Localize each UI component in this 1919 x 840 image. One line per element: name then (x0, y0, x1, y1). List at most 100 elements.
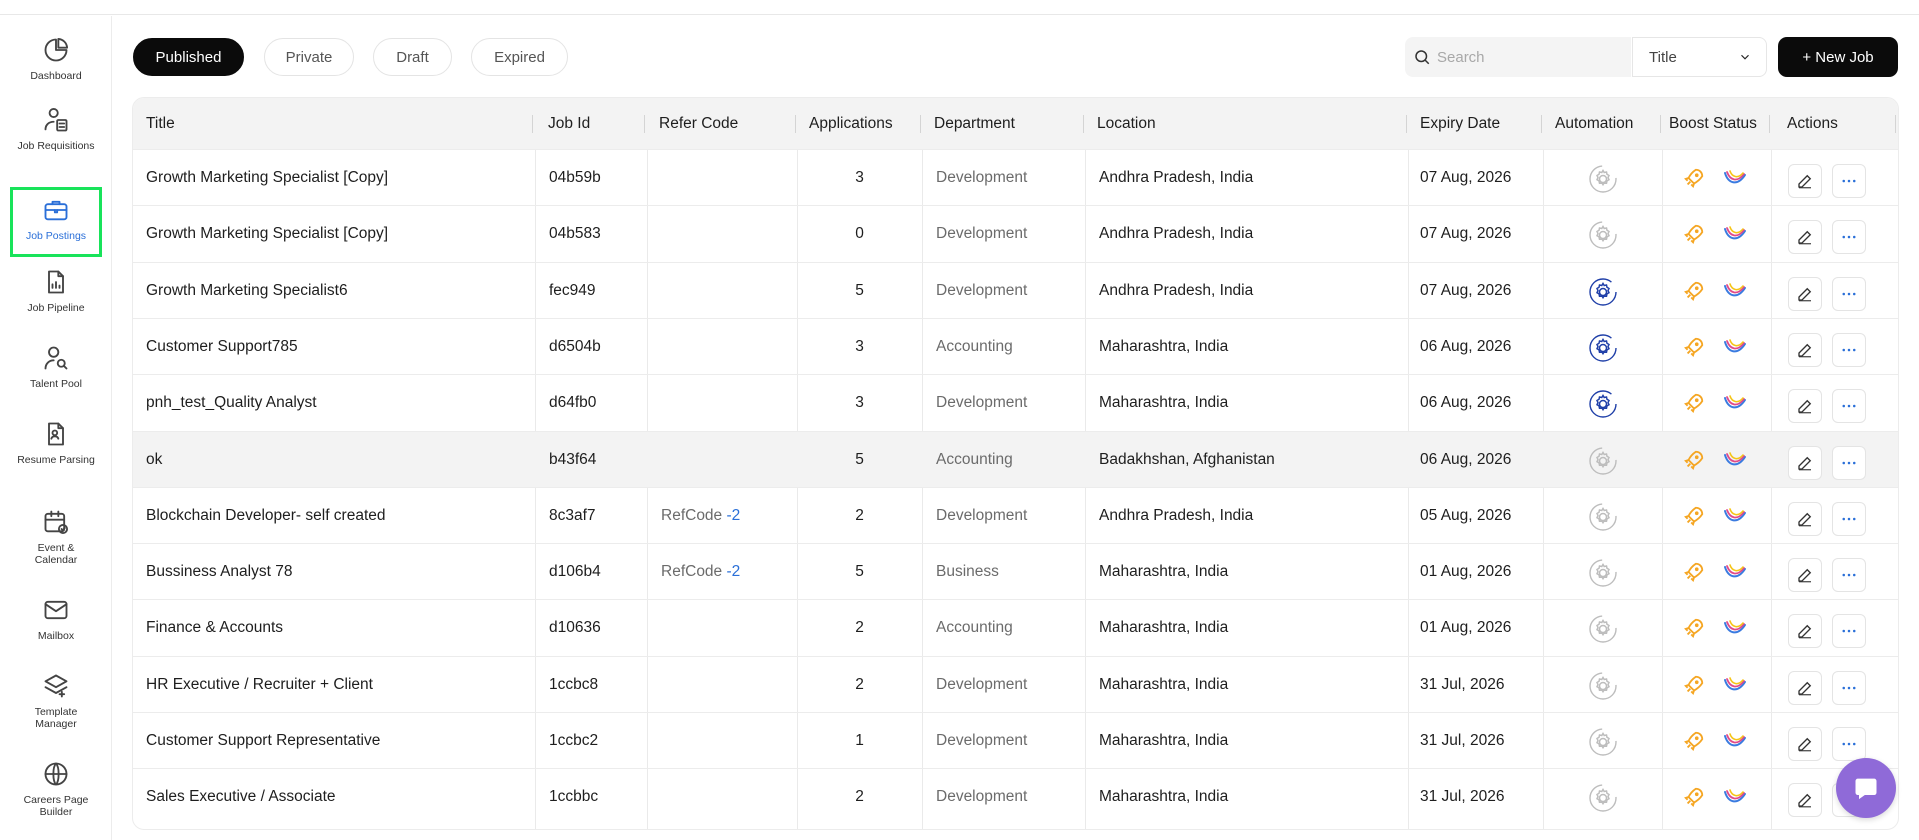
chat-button[interactable] (1836, 758, 1896, 818)
job-title[interactable]: Customer Support Representative (146, 713, 380, 769)
table-row[interactable]: Growth Marketing Specialist6 fec949 5 Devel… (133, 261, 1898, 319)
boost-rocket-icon[interactable] (1683, 223, 1705, 245)
boost-swirl-icon[interactable] (1723, 280, 1747, 302)
automation-gear-icon[interactable] (1588, 220, 1618, 250)
table-row[interactable]: Bussiness Analyst 78 d106b4 RefCode -2 5 Bus… (133, 543, 1898, 599)
sidebar-item-job-pipeline[interactable]: Job Pipeline (10, 268, 102, 314)
automation-gear-icon[interactable] (1588, 389, 1618, 419)
tab-expired[interactable]: Expired (471, 38, 568, 76)
column-header-expiry-date[interactable]: Expiry Date (1420, 98, 1500, 149)
boost-swirl-icon[interactable] (1723, 730, 1747, 752)
automation-gear-icon[interactable] (1588, 446, 1618, 476)
sidebar-item-careers-page-builder[interactable]: Careers Page Builder (10, 760, 102, 818)
boost-swirl-icon[interactable] (1723, 392, 1747, 414)
boost-rocket-icon[interactable] (1683, 561, 1705, 583)
automation-gear-icon[interactable] (1588, 558, 1618, 588)
tab-published[interactable]: Published (133, 38, 244, 76)
boost-swirl-icon[interactable] (1723, 617, 1747, 639)
boost-swirl-icon[interactable] (1723, 786, 1747, 808)
more-actions-button[interactable] (1832, 727, 1866, 761)
more-actions-button[interactable] (1832, 332, 1866, 367)
table-row[interactable]: Blockchain Developer- self created 8c3af7… (133, 486, 1898, 544)
tab-private[interactable]: Private (264, 38, 354, 76)
boost-swirl-icon[interactable] (1723, 674, 1747, 696)
table-row[interactable]: ok b43f64 5 Accounting Badakhshan, Afghanist… (133, 430, 1898, 488)
edit-button[interactable] (1788, 164, 1822, 198)
edit-button[interactable] (1788, 783, 1822, 818)
boost-swirl-icon[interactable] (1723, 561, 1747, 583)
table-row[interactable]: Growth Marketing Specialist [Copy] 04b583… (133, 205, 1898, 261)
boost-swirl-icon[interactable] (1723, 449, 1747, 471)
edit-button[interactable] (1788, 389, 1822, 424)
boost-swirl-icon[interactable] (1723, 167, 1747, 189)
edit-button[interactable] (1788, 276, 1822, 311)
table-row[interactable]: Customer Support785 d6504b 3 Accounting Maha… (133, 317, 1898, 375)
sidebar-item-job-requisitions[interactable]: Job Requisitions (10, 106, 102, 152)
edit-button[interactable] (1788, 727, 1822, 761)
automation-gear-icon[interactable] (1588, 671, 1618, 701)
boost-rocket-icon[interactable] (1683, 786, 1705, 808)
job-title[interactable]: pnh_test_Quality Analyst (146, 375, 317, 431)
sidebar-item-template-manager[interactable]: Template Manager (10, 672, 102, 730)
job-title[interactable]: Growth Marketing Specialist [Copy] (146, 150, 388, 206)
column-header-boost-status[interactable]: Boost Status (1669, 98, 1757, 149)
table-row[interactable]: HR Executive / Recruiter + Client 1ccbc8 2… (133, 655, 1898, 713)
edit-button[interactable] (1788, 220, 1822, 255)
boost-rocket-icon[interactable] (1683, 280, 1705, 302)
edit-button[interactable] (1788, 445, 1822, 480)
sidebar-item-mailbox[interactable]: Mailbox (10, 596, 102, 642)
automation-gear-icon[interactable] (1588, 164, 1618, 194)
more-actions-button[interactable] (1832, 670, 1866, 705)
boost-rocket-icon[interactable] (1683, 674, 1705, 696)
table-row[interactable]: Finance & Accounts d10636 2 Accounting Mahar… (133, 599, 1898, 655)
column-header-applications[interactable]: Applications (809, 98, 893, 149)
tab-draft[interactable]: Draft (373, 38, 452, 76)
search-field-select[interactable]: Title (1632, 37, 1767, 77)
boost-rocket-icon[interactable] (1683, 505, 1705, 527)
job-title[interactable]: Sales Executive / Associate (146, 769, 336, 825)
job-title[interactable]: Growth Marketing Specialist [Copy] (146, 206, 388, 262)
edit-button[interactable] (1788, 670, 1822, 705)
automation-gear-icon[interactable] (1588, 614, 1618, 644)
more-actions-button[interactable] (1832, 558, 1866, 593)
edit-button[interactable] (1788, 558, 1822, 593)
job-title[interactable]: Blockchain Developer- self created (146, 488, 386, 544)
more-actions-button[interactable] (1832, 220, 1866, 255)
column-header-location[interactable]: Location (1097, 98, 1156, 149)
column-header-refer-code[interactable]: Refer Code (659, 98, 738, 149)
more-actions-button[interactable] (1832, 614, 1866, 649)
more-actions-button[interactable] (1832, 445, 1866, 480)
column-header-department[interactable]: Department (934, 98, 1015, 149)
table-row[interactable]: Growth Marketing Specialist [Copy] 04b59b… (133, 149, 1898, 205)
edit-button[interactable] (1788, 332, 1822, 367)
job-title[interactable]: Customer Support785 (146, 319, 298, 375)
boost-rocket-icon[interactable] (1683, 730, 1705, 752)
job-title[interactable]: Growth Marketing Specialist6 (146, 263, 348, 319)
boost-swirl-icon[interactable] (1723, 223, 1747, 245)
column-header-job-id[interactable]: Job Id (548, 98, 590, 149)
boost-rocket-icon[interactable] (1683, 449, 1705, 471)
edit-button[interactable] (1788, 501, 1822, 536)
job-title[interactable]: ok (146, 432, 162, 488)
boost-rocket-icon[interactable] (1683, 167, 1705, 189)
boost-rocket-icon[interactable] (1683, 392, 1705, 414)
column-header-automation[interactable]: Automation (1555, 98, 1633, 149)
edit-button[interactable] (1788, 614, 1822, 649)
sidebar-item-event-calendar[interactable]: Event & Calendar (10, 508, 102, 566)
table-row[interactable]: Sales Executive / Associate 1ccbbc 2 Develo… (133, 768, 1898, 824)
more-actions-button[interactable] (1832, 276, 1866, 311)
sidebar-item-talent-pool[interactable]: Talent Pool (10, 344, 102, 390)
automation-gear-icon[interactable] (1588, 727, 1618, 757)
table-row[interactable]: pnh_test_Quality Analyst d64fb0 3 Developme… (133, 374, 1898, 430)
more-actions-button[interactable] (1832, 501, 1866, 536)
automation-gear-icon[interactable] (1588, 783, 1618, 813)
job-title[interactable]: Finance & Accounts (146, 600, 283, 656)
more-actions-button[interactable] (1832, 389, 1866, 424)
search-input[interactable] (1437, 48, 1617, 66)
boost-swirl-icon[interactable] (1723, 336, 1747, 358)
job-title[interactable]: HR Executive / Recruiter + Client (146, 657, 373, 713)
automation-gear-icon[interactable] (1588, 277, 1618, 307)
sidebar-item-job-postings[interactable]: Job Postings (10, 187, 102, 257)
boost-swirl-icon[interactable] (1723, 505, 1747, 527)
sidebar-item-resume-parsing[interactable]: Resume Parsing (10, 420, 102, 466)
